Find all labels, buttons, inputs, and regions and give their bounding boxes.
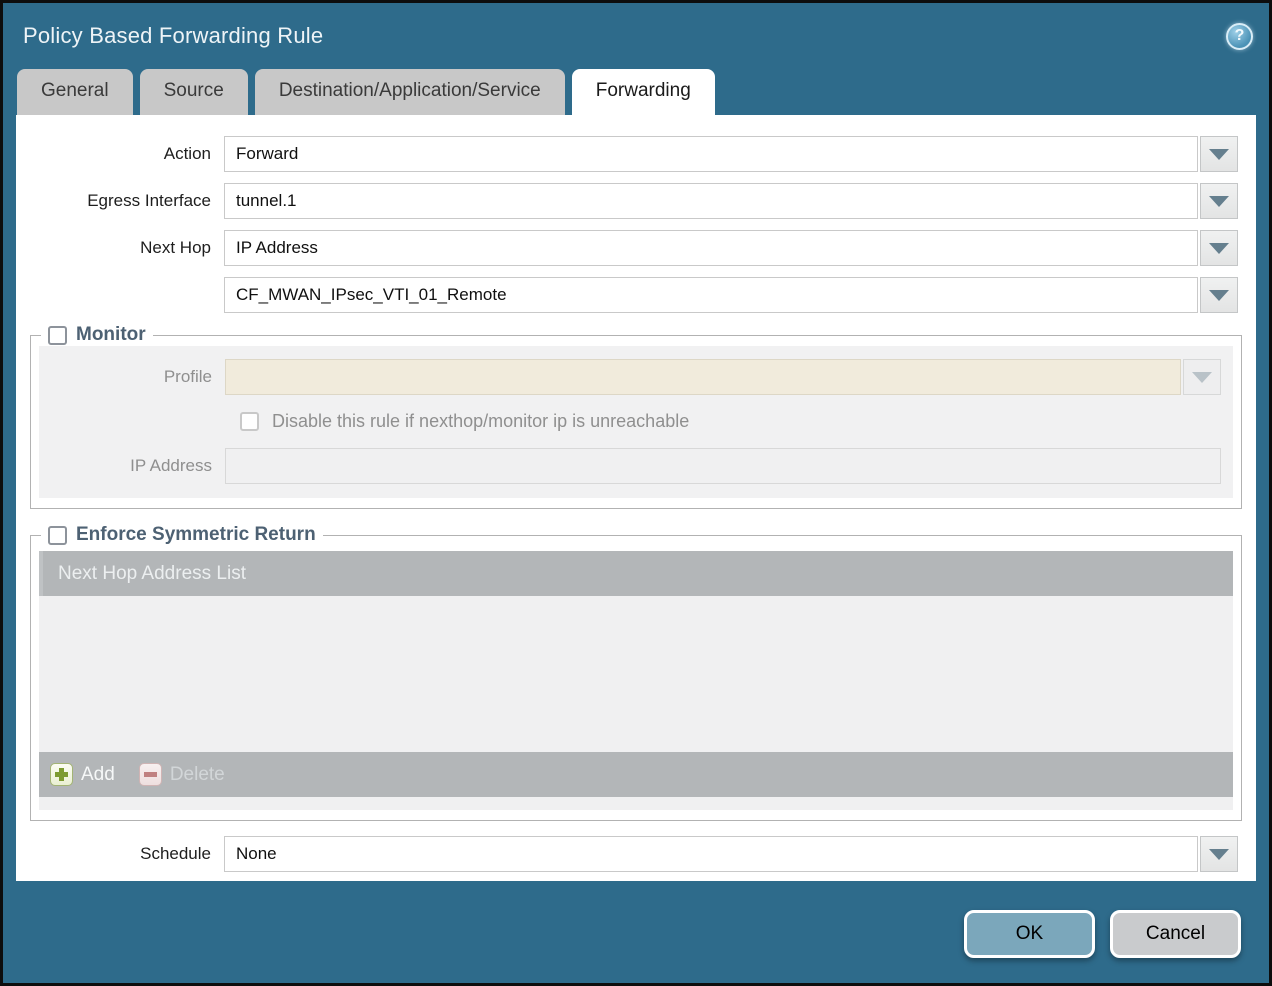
symmetric-return-section: Enforce Symmetric Return Next Hop Addres…	[30, 524, 1242, 821]
tab-source[interactable]: Source	[140, 69, 248, 115]
schedule-label: Schedule	[34, 844, 224, 864]
egress-interface-dropdown-button[interactable]	[1200, 183, 1238, 219]
egress-interface-label: Egress Interface	[34, 191, 224, 211]
dialog-titlebar: Policy Based Forwarding Rule ?	[3, 3, 1269, 67]
next-hop-type-value[interactable]: IP Address	[224, 230, 1198, 266]
next-hop-address-list-toolbar: Add Delete	[39, 752, 1233, 797]
monitor-ip-address-input	[225, 448, 1221, 484]
plus-icon	[50, 763, 73, 786]
profile-dropdown-button	[1183, 359, 1221, 395]
action-label: Action	[34, 144, 224, 164]
monitor-checkbox[interactable]	[48, 326, 67, 345]
next-hop-address-list-body[interactable]	[39, 596, 1233, 752]
action-value[interactable]: Forward	[224, 136, 1198, 172]
monitor-legend: Monitor	[41, 324, 153, 346]
chevron-down-icon	[1209, 196, 1229, 207]
delete-button-label: Delete	[170, 764, 225, 786]
dialog-action-bar: OK Cancel	[964, 910, 1241, 958]
monitor-legend-label: Monitor	[76, 324, 146, 346]
chevron-down-icon	[1209, 290, 1229, 301]
profile-label: Profile	[51, 367, 225, 387]
profile-value	[225, 359, 1181, 395]
ok-button[interactable]: OK	[964, 910, 1095, 958]
chevron-down-icon	[1209, 849, 1229, 860]
next-hop-address-dropdown-button[interactable]	[1200, 277, 1238, 313]
schedule-combo: None	[224, 836, 1238, 872]
disable-rule-checkbox	[240, 412, 259, 431]
chevron-down-icon	[1209, 149, 1229, 160]
action-combo: Forward	[224, 136, 1238, 172]
disable-rule-label: Disable this rule if nexthop/monitor ip …	[272, 411, 689, 432]
add-button[interactable]: Add	[50, 763, 115, 786]
profile-row: Profile	[51, 359, 1221, 395]
tab-destination-application-service[interactable]: Destination/Application/Service	[255, 69, 565, 115]
next-hop-dropdown-button[interactable]	[1200, 230, 1238, 266]
pbf-rule-dialog: Policy Based Forwarding Rule ? General S…	[0, 0, 1272, 986]
egress-interface-row: Egress Interface tunnel.1	[34, 183, 1238, 219]
schedule-dropdown-button[interactable]	[1200, 836, 1238, 872]
minus-icon	[139, 763, 162, 786]
tab-forwarding[interactable]: Forwarding	[572, 69, 715, 115]
disable-rule-row: Disable this rule if nexthop/monitor ip …	[240, 411, 1221, 432]
chevron-down-icon	[1192, 372, 1212, 383]
symmetric-return-checkbox[interactable]	[48, 526, 67, 545]
table-scroll-strip	[39, 797, 1233, 810]
chevron-down-icon	[1209, 243, 1229, 254]
monitor-section: Monitor Profile Disable this rule if nex…	[30, 324, 1242, 509]
tab-bar: General Source Destination/Application/S…	[3, 67, 1269, 115]
next-hop-address-list-table: Next Hop Address List Add Delete	[39, 551, 1233, 810]
tab-content: Action Forward Egress Interface tunnel.1…	[16, 115, 1256, 881]
next-hop-address-list-header: Next Hop Address List	[39, 551, 1233, 596]
next-hop-address-combo: CF_MWAN_IPsec_VTI_01_Remote	[224, 277, 1238, 313]
delete-button: Delete	[139, 763, 225, 786]
cancel-button[interactable]: Cancel	[1110, 910, 1241, 958]
monitor-ip-address-row: IP Address	[51, 448, 1221, 484]
add-button-label: Add	[81, 764, 115, 786]
action-row: Action Forward	[34, 136, 1238, 172]
next-hop-label: Next Hop	[34, 238, 224, 258]
profile-combo	[225, 359, 1221, 395]
action-dropdown-button[interactable]	[1200, 136, 1238, 172]
next-hop-address-value[interactable]: CF_MWAN_IPsec_VTI_01_Remote	[224, 277, 1198, 313]
symmetric-return-legend: Enforce Symmetric Return	[41, 524, 323, 546]
help-icon[interactable]: ?	[1226, 23, 1253, 50]
egress-interface-combo: tunnel.1	[224, 183, 1238, 219]
dialog-title: Policy Based Forwarding Rule	[23, 23, 323, 49]
next-hop-row: Next Hop IP Address	[34, 230, 1238, 266]
monitor-ip-address-label: IP Address	[51, 456, 225, 476]
next-hop-address-row: CF_MWAN_IPsec_VTI_01_Remote	[34, 277, 1238, 313]
egress-interface-value[interactable]: tunnel.1	[224, 183, 1198, 219]
schedule-value[interactable]: None	[224, 836, 1198, 872]
symmetric-return-legend-label: Enforce Symmetric Return	[76, 524, 316, 546]
monitor-panel: Profile Disable this rule if nexthop/mon…	[39, 346, 1233, 498]
next-hop-combo: IP Address	[224, 230, 1238, 266]
tab-general[interactable]: General	[17, 69, 133, 115]
schedule-row: Schedule None	[34, 836, 1238, 872]
